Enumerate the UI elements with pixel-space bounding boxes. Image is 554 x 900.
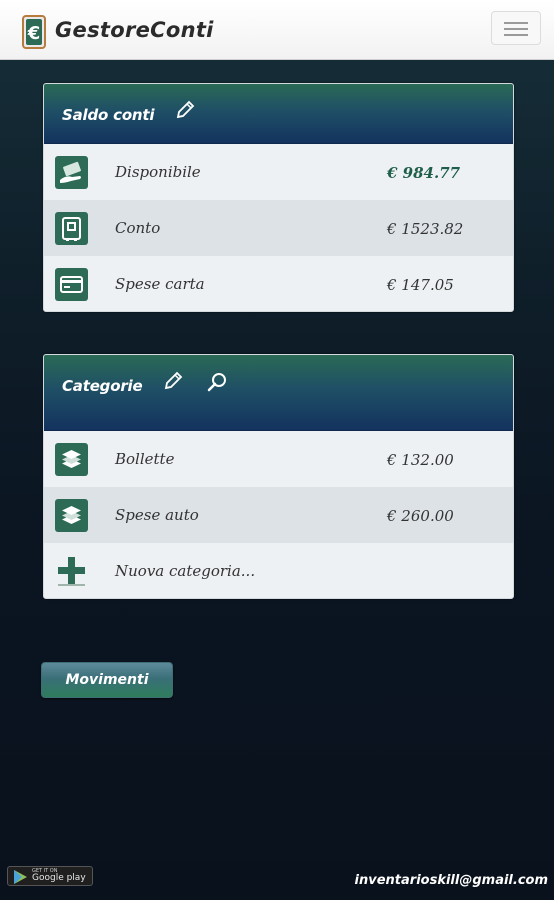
cash-hand-icon [55,156,88,189]
navbar: € GestoreConti [0,0,554,60]
add-category-button[interactable]: Nuova categoria... [44,543,513,598]
safe-icon [55,212,88,245]
categorie-panel: Categorie Bollette € 132.00 Spese auto €… [43,354,514,599]
search-icon[interactable] [206,371,228,393]
stack-layers-icon [55,443,88,476]
hamburger-menu-icon[interactable] [491,11,541,45]
contact-email[interactable]: inventarioskill@gmail.com [355,873,548,888]
saldo-conti-panel: Saldo conti Disponibile € 984.77 Conto €… [43,83,514,312]
row-label: Disponibile [115,163,201,181]
row-value: € 984.77 [387,164,461,182]
row-label: Spese auto [115,506,199,524]
plus-icon [58,557,85,586]
pencil-icon[interactable] [174,99,196,121]
list-item-bollette[interactable]: Bollette € 132.00 [44,431,513,487]
row-label: Spese carta [115,275,205,293]
svg-text:€: € [27,23,41,44]
row-value: € 1523.82 [387,220,464,238]
euro-wallet-icon: € [22,15,46,49]
saldo-conti-header: Saldo conti [44,84,513,144]
row-value: € 260.00 [387,507,454,525]
pencil-icon[interactable] [162,370,184,392]
categorie-title: Categorie [62,377,143,395]
new-category-label: Nuova categoria... [115,562,256,580]
google-play-label: Google play [32,873,86,883]
credit-card-icon [55,268,88,301]
list-item-conto[interactable]: Conto € 1523.82 [44,200,513,256]
play-store-icon [14,870,27,884]
list-item-spese-auto[interactable]: Spese auto € 260.00 [44,487,513,543]
movimenti-button[interactable]: Movimenti [41,662,173,698]
categorie-header: Categorie [44,355,513,431]
google-play-badge[interactable]: GET IT ON Google play [7,866,93,886]
list-item-disponibile[interactable]: Disponibile € 984.77 [44,144,513,200]
saldo-conti-title: Saldo conti [62,106,155,124]
app-title[interactable]: GestoreConti [55,18,214,42]
row-label: Bollette [115,450,175,468]
row-value: € 147.05 [387,276,454,294]
row-value: € 132.00 [387,451,454,469]
stack-layers-icon [55,499,88,532]
row-label: Conto [115,219,161,237]
list-item-spese-carta[interactable]: Spese carta € 147.05 [44,256,513,311]
